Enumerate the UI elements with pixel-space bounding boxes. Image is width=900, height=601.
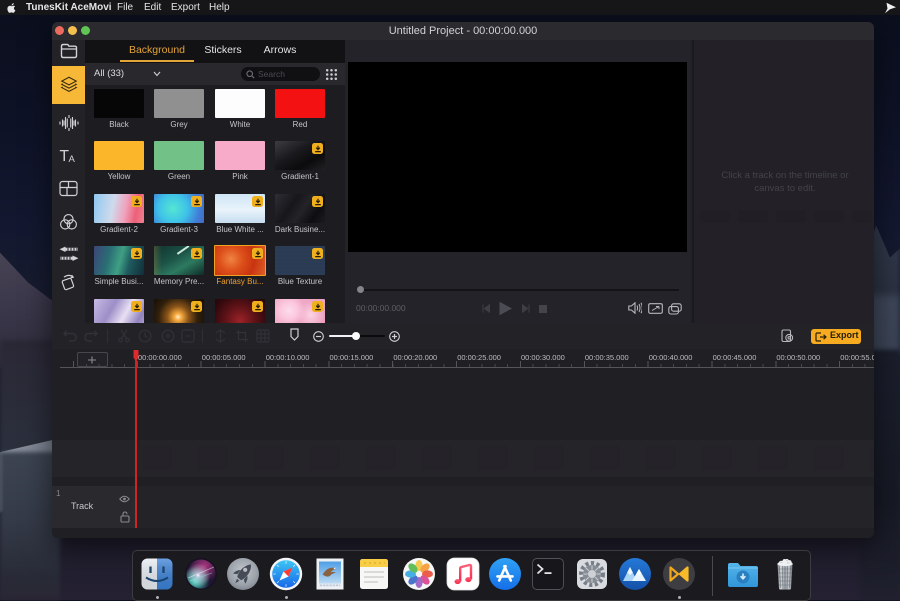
svg-text:A: A	[69, 154, 76, 165]
